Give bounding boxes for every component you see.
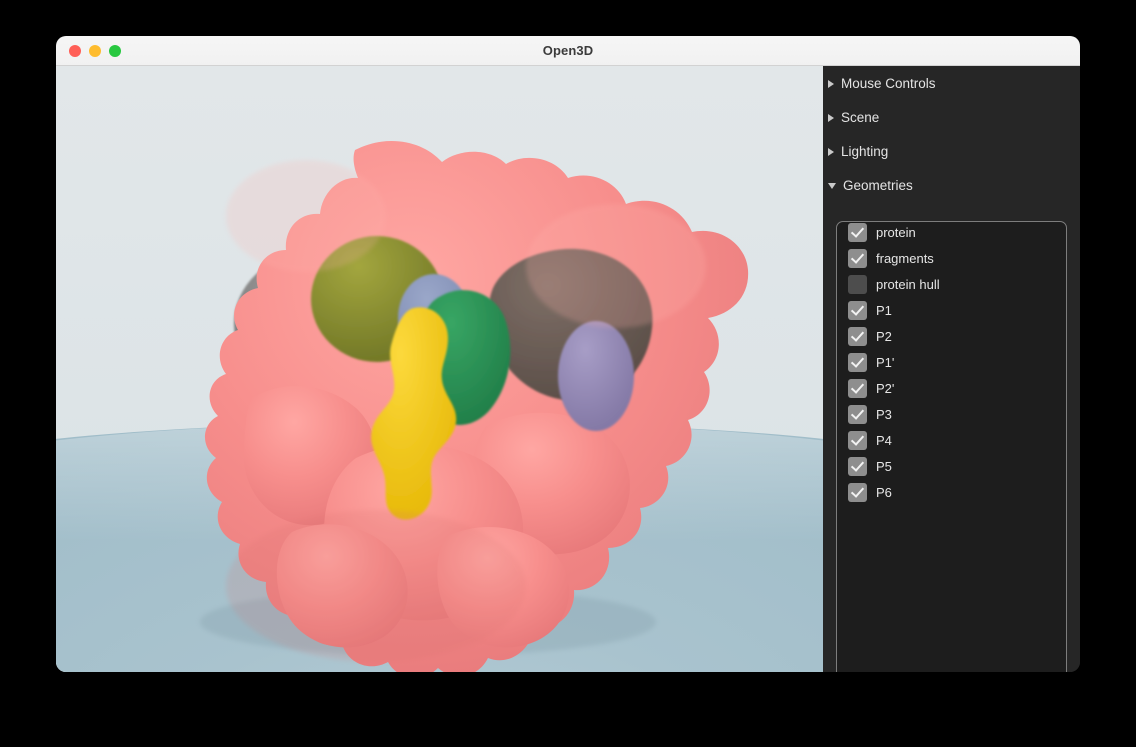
list-item[interactable]: P1' (837, 349, 1066, 375)
list-item[interactable]: P2' (837, 375, 1066, 401)
geometry-checkbox[interactable] (848, 248, 867, 268)
section-label: Scene (841, 110, 880, 126)
list-item[interactable]: P2 (837, 323, 1066, 349)
window-titlebar: Open3D (56, 36, 1080, 66)
geometry-label: P5 (876, 458, 892, 474)
protein-molecule-render (200, 140, 749, 672)
geometries-list: protein fragments protein hull P1 P2 P1'… (836, 221, 1067, 672)
section-scene[interactable]: Scene (823, 106, 1080, 130)
list-item[interactable]: protein (837, 222, 1066, 245)
geometry-checkbox[interactable] (848, 300, 867, 320)
geometry-label: protein hull (876, 276, 940, 292)
geometry-checkbox[interactable] (848, 326, 867, 346)
section-label: Lighting (841, 144, 889, 160)
list-item[interactable]: P1 (837, 297, 1066, 323)
control-panel: Mouse Controls Scene Lighting Geometries (823, 66, 1080, 672)
geometry-checkbox[interactable] (848, 274, 867, 294)
list-item[interactable]: P6 (837, 479, 1066, 505)
geometry-label: P6 (876, 484, 892, 500)
geometry-checkbox[interactable] (848, 482, 867, 502)
geometry-label: P1' (876, 354, 895, 370)
screen: Open3D Mouse Controls Scene Lighting Geo… (0, 0, 1136, 747)
list-item[interactable]: P5 (837, 453, 1066, 479)
chevron-right-icon (828, 80, 834, 88)
geometry-checkbox[interactable] (848, 404, 867, 424)
section-lighting[interactable]: Lighting (823, 140, 1080, 164)
geometry-label: P4 (876, 432, 892, 448)
list-item[interactable]: protein hull (837, 271, 1066, 297)
section-label: Mouse Controls (841, 76, 936, 92)
geometry-checkbox[interactable] (848, 456, 867, 476)
geometry-label: P2 (876, 328, 892, 344)
list-item[interactable]: P4 (837, 427, 1066, 453)
window-body: Mouse Controls Scene Lighting Geometries (56, 66, 1080, 672)
section-label: Geometries (843, 178, 913, 194)
chevron-down-icon (828, 183, 836, 189)
chevron-right-icon (828, 114, 834, 122)
geometry-label: P1 (876, 302, 892, 318)
geometry-checkbox[interactable] (848, 222, 867, 242)
3d-viewport[interactable] (56, 66, 823, 672)
geometry-label: P2' (876, 380, 895, 396)
list-item[interactable]: P3 (837, 401, 1066, 427)
section-geometries[interactable]: Geometries (823, 174, 1080, 198)
geometry-label: protein (876, 224, 916, 240)
geometry-label: fragments (876, 250, 934, 266)
chevron-right-icon (828, 148, 834, 156)
geometry-checkbox[interactable] (848, 352, 867, 372)
geometry-label: P3 (876, 406, 892, 422)
section-mouse-controls[interactable]: Mouse Controls (823, 72, 1080, 96)
geometry-checkbox[interactable] (848, 430, 867, 450)
open3d-window: Open3D Mouse Controls Scene Lighting Geo… (56, 36, 1080, 672)
window-title: Open3D (542, 43, 594, 58)
geometry-checkbox[interactable] (848, 378, 867, 398)
list-item[interactable]: fragments (837, 245, 1066, 271)
